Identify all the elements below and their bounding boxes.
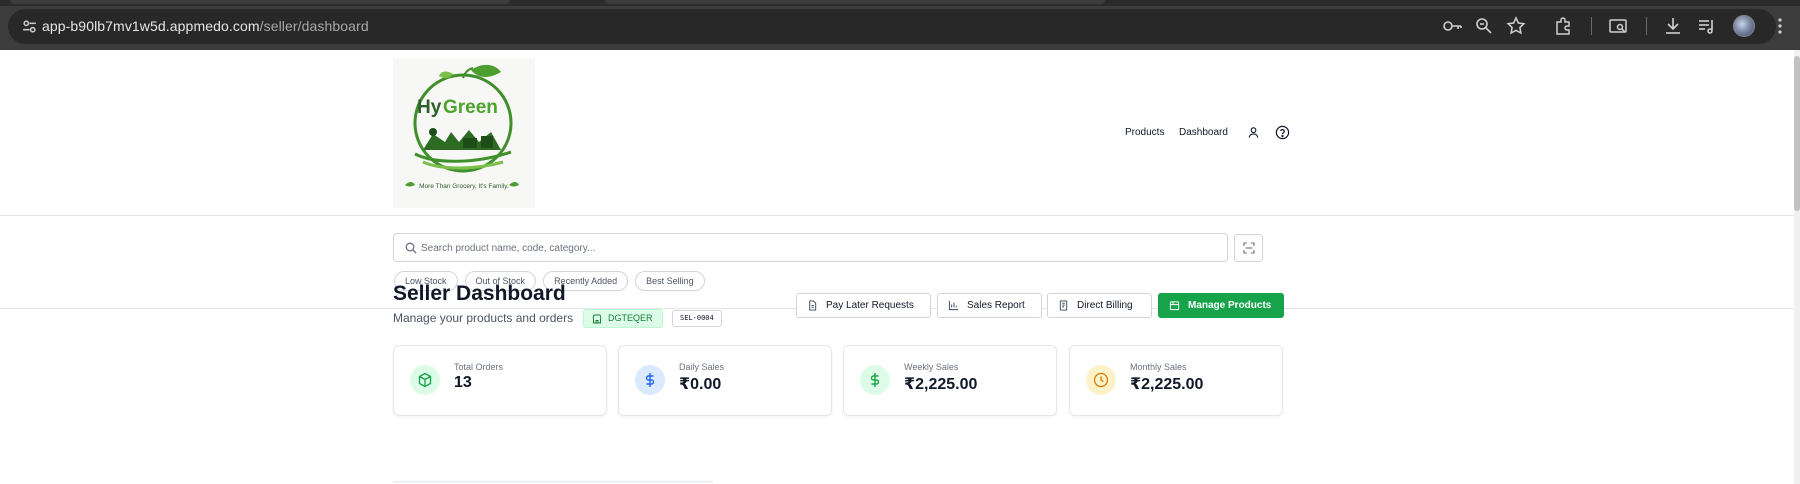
browser-tab[interactable] [605, 0, 1105, 4]
scan-button[interactable] [1234, 234, 1263, 262]
page-title: Seller Dashboard [393, 282, 566, 305]
stat-value: ₹2,225.00 [904, 376, 978, 393]
sales-report-label: Sales Report [967, 300, 1025, 311]
toolbar-divider [1646, 17, 1647, 35]
stat-card-monthly-sales: Monthly Sales ₹2,225.00 [1069, 345, 1283, 416]
zoom-icon[interactable] [1473, 15, 1495, 37]
document-icon [809, 300, 817, 311]
page: Hy Green More Than Grocery, It's Family.… [0, 50, 1800, 484]
package-icon [1169, 301, 1180, 311]
browser-tab[interactable] [10, 0, 510, 4]
user-icon[interactable] [1247, 126, 1260, 139]
stat-card-daily-sales: Daily Sales ₹0.00 [618, 345, 832, 416]
help-icon[interactable] [1275, 125, 1290, 140]
svg-text:Green: Green [443, 97, 498, 118]
scan-icon [1243, 242, 1255, 254]
manage-products-label: Manage Products [1188, 300, 1272, 311]
stat-card-total-orders: Total Orders 13 [393, 345, 607, 416]
site-info-icon[interactable] [21, 18, 38, 35]
receipt-icon [1059, 300, 1068, 311]
clock-icon [1086, 365, 1116, 395]
stat-value: 13 [454, 374, 472, 391]
stat-value: ₹2,225.00 [1130, 376, 1204, 393]
svg-text:Hy: Hy [417, 97, 442, 118]
tab-strip [0, 0, 1800, 6]
seller-id-badge: SEL-0004 [672, 310, 722, 327]
search-field[interactable] [393, 233, 1228, 262]
store-code-badge: DGTEQER [583, 309, 663, 328]
bar-chart-icon [948, 300, 959, 311]
search-input[interactable] [421, 238, 1211, 258]
star-icon[interactable] [1505, 15, 1527, 37]
cast-icon[interactable] [1607, 15, 1629, 37]
stat-card-weekly-sales: Weekly Sales ₹2,225.00 [843, 345, 1057, 416]
download-icon[interactable] [1662, 15, 1684, 37]
url-text[interactable]: app-b90lb7mv1w5d.appmedo.com/seller/dash… [42, 18, 369, 34]
extensions-icon[interactable] [1553, 15, 1575, 37]
store-icon [592, 314, 602, 323]
nav-products[interactable]: Products [1125, 127, 1164, 138]
stat-label: Weekly Sales [904, 362, 959, 372]
menu-icon[interactable] [1769, 15, 1791, 37]
media-icon[interactable] [1696, 15, 1718, 37]
hygreen-logo[interactable]: Hy Green More Than Grocery, It's Family. [393, 58, 535, 208]
stat-label: Total Orders [454, 362, 504, 372]
dollar-icon [860, 365, 890, 395]
site-header: Hy Green More Than Grocery, It's Family.… [0, 50, 1794, 216]
box-icon [410, 365, 440, 395]
scrollbar-thumb[interactable] [1794, 56, 1800, 211]
dollar-icon [635, 365, 665, 395]
sales-report-button[interactable]: Sales Report [937, 293, 1042, 318]
stat-label: Daily Sales [679, 362, 725, 372]
key-icon[interactable] [1441, 15, 1463, 37]
store-code-text: DGTEQER [608, 313, 653, 323]
pay-later-requests-button[interactable]: Pay Later Requests [796, 293, 931, 318]
toolbar-divider [1591, 17, 1592, 35]
scrollbar[interactable] [1794, 50, 1800, 484]
direct-billing-label: Direct Billing [1077, 300, 1133, 311]
search-icon [405, 242, 417, 254]
direct-billing-button[interactable]: Direct Billing [1047, 293, 1152, 318]
svg-text:More Than Grocery, It's Family: More Than Grocery, It's Family. [419, 183, 509, 190]
browser-toolbar: app-b90lb7mv1w5d.appmedo.com/seller/dash… [0, 0, 1800, 50]
nav-dashboard[interactable]: Dashboard [1179, 127, 1228, 138]
manage-products-button[interactable]: Manage Products [1158, 293, 1284, 318]
filter-chip-best-selling[interactable]: Best Selling [635, 271, 705, 291]
profile-avatar[interactable] [1733, 15, 1755, 37]
pay-later-requests-label: Pay Later Requests [826, 300, 914, 311]
stat-value: ₹0.00 [679, 376, 722, 393]
page-subtitle: Manage your products and orders [393, 311, 574, 325]
stat-label: Monthly Sales [1130, 362, 1187, 372]
